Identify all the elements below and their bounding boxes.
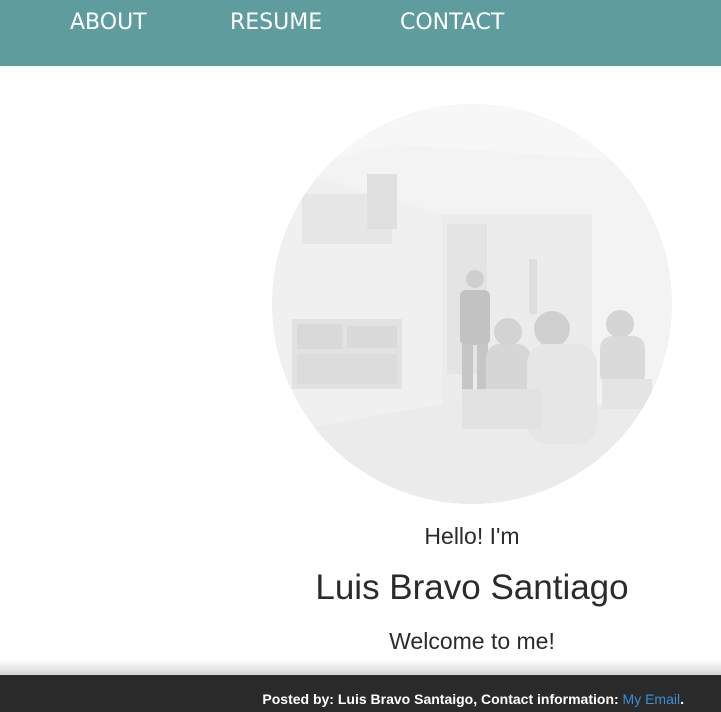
nav-link-contact[interactable]: CONTACT — [400, 8, 504, 38]
greeting-text: Hello! I'm — [424, 523, 520, 549]
footer-text: Posted by: Luis Bravo Santaigo, Contact … — [262, 691, 684, 707]
profile-photo — [272, 104, 672, 504]
footer-posted-by: Posted by: Luis Bravo Santaigo, Contact … — [262, 691, 623, 707]
email-link[interactable]: My Email — [623, 691, 681, 707]
nav-link-about[interactable]: ABOUT — [70, 8, 147, 38]
nav-link-resume[interactable]: RESUME — [230, 8, 322, 38]
tagline-text: Welcome to me! — [389, 628, 555, 654]
footer-trailing-period: . — [680, 691, 684, 707]
footer-shadow — [0, 660, 721, 676]
footer-bar: Posted by: Luis Bravo Santaigo, Contact … — [0, 675, 721, 712]
top-navigation-bar: ABOUT RESUME CONTACT — [0, 0, 721, 66]
person-name: Luis Bravo Santiago — [315, 568, 629, 607]
profile-photo-image — [272, 104, 672, 504]
